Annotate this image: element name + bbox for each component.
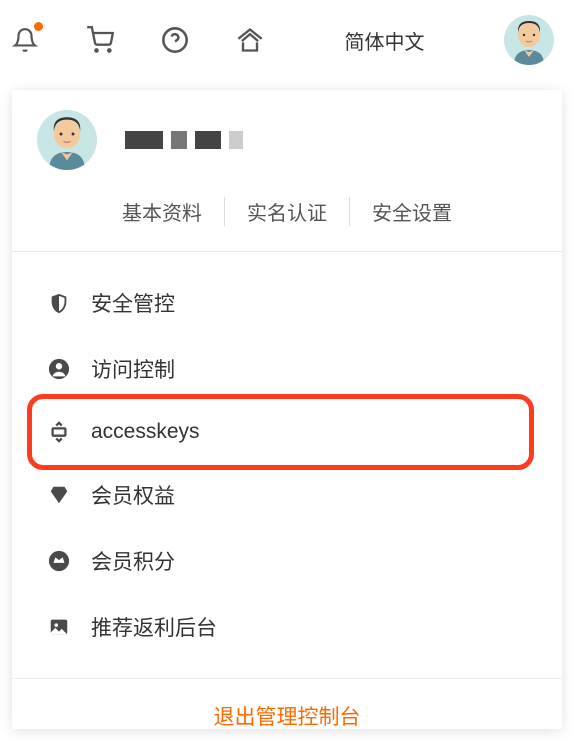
help-icon[interactable] bbox=[160, 25, 190, 55]
tab-security[interactable]: 安全设置 bbox=[350, 197, 474, 226]
image-icon bbox=[47, 615, 71, 639]
logout-button[interactable]: 退出管理控制台 bbox=[12, 678, 562, 753]
menu-label: 会员权益 bbox=[91, 480, 175, 510]
top-bar: 简体中文 bbox=[0, 0, 574, 80]
home-icon[interactable] bbox=[235, 25, 265, 55]
menu-member-benefits[interactable]: 会员权益 bbox=[12, 462, 562, 528]
crown-icon bbox=[47, 549, 71, 573]
user-dropdown: 基本资料 实名认证 安全设置 安全管控 访问控制 accesskeys bbox=[12, 90, 562, 729]
diamond-icon bbox=[47, 483, 71, 507]
menu-referral[interactable]: 推荐返利后台 bbox=[12, 594, 562, 660]
menu-label: 推荐返利后台 bbox=[91, 612, 217, 642]
cart-icon[interactable] bbox=[85, 25, 115, 55]
menu-security-control[interactable]: 安全管控 bbox=[12, 270, 562, 336]
shield-icon bbox=[47, 291, 71, 315]
key-icon bbox=[47, 420, 71, 444]
user-circle-icon bbox=[47, 357, 71, 381]
menu-member-points[interactable]: 会员积分 bbox=[12, 528, 562, 594]
notification-dot bbox=[34, 22, 43, 31]
username-redacted bbox=[125, 131, 243, 149]
notification-icon[interactable] bbox=[10, 25, 40, 55]
menu-label: 会员积分 bbox=[91, 546, 175, 576]
menu-label: accesskeys bbox=[91, 420, 200, 444]
tab-profile[interactable]: 基本资料 bbox=[100, 197, 225, 226]
user-header bbox=[12, 90, 562, 185]
language-selector[interactable]: 简体中文 bbox=[345, 26, 425, 55]
menu-accesskeys[interactable]: accesskeys bbox=[12, 402, 562, 462]
menu-access-control[interactable]: 访问控制 bbox=[12, 336, 562, 402]
menu-label: 访问控制 bbox=[91, 354, 175, 384]
avatar-small[interactable] bbox=[504, 15, 554, 65]
avatar-large bbox=[37, 110, 97, 170]
tab-verify[interactable]: 实名认证 bbox=[225, 197, 350, 226]
menu-label: 安全管控 bbox=[91, 288, 175, 318]
profile-tabs: 基本资料 实名认证 安全设置 bbox=[12, 185, 562, 252]
menu-list: 安全管控 访问控制 accesskeys 会员权益 会员积分 bbox=[12, 252, 562, 678]
